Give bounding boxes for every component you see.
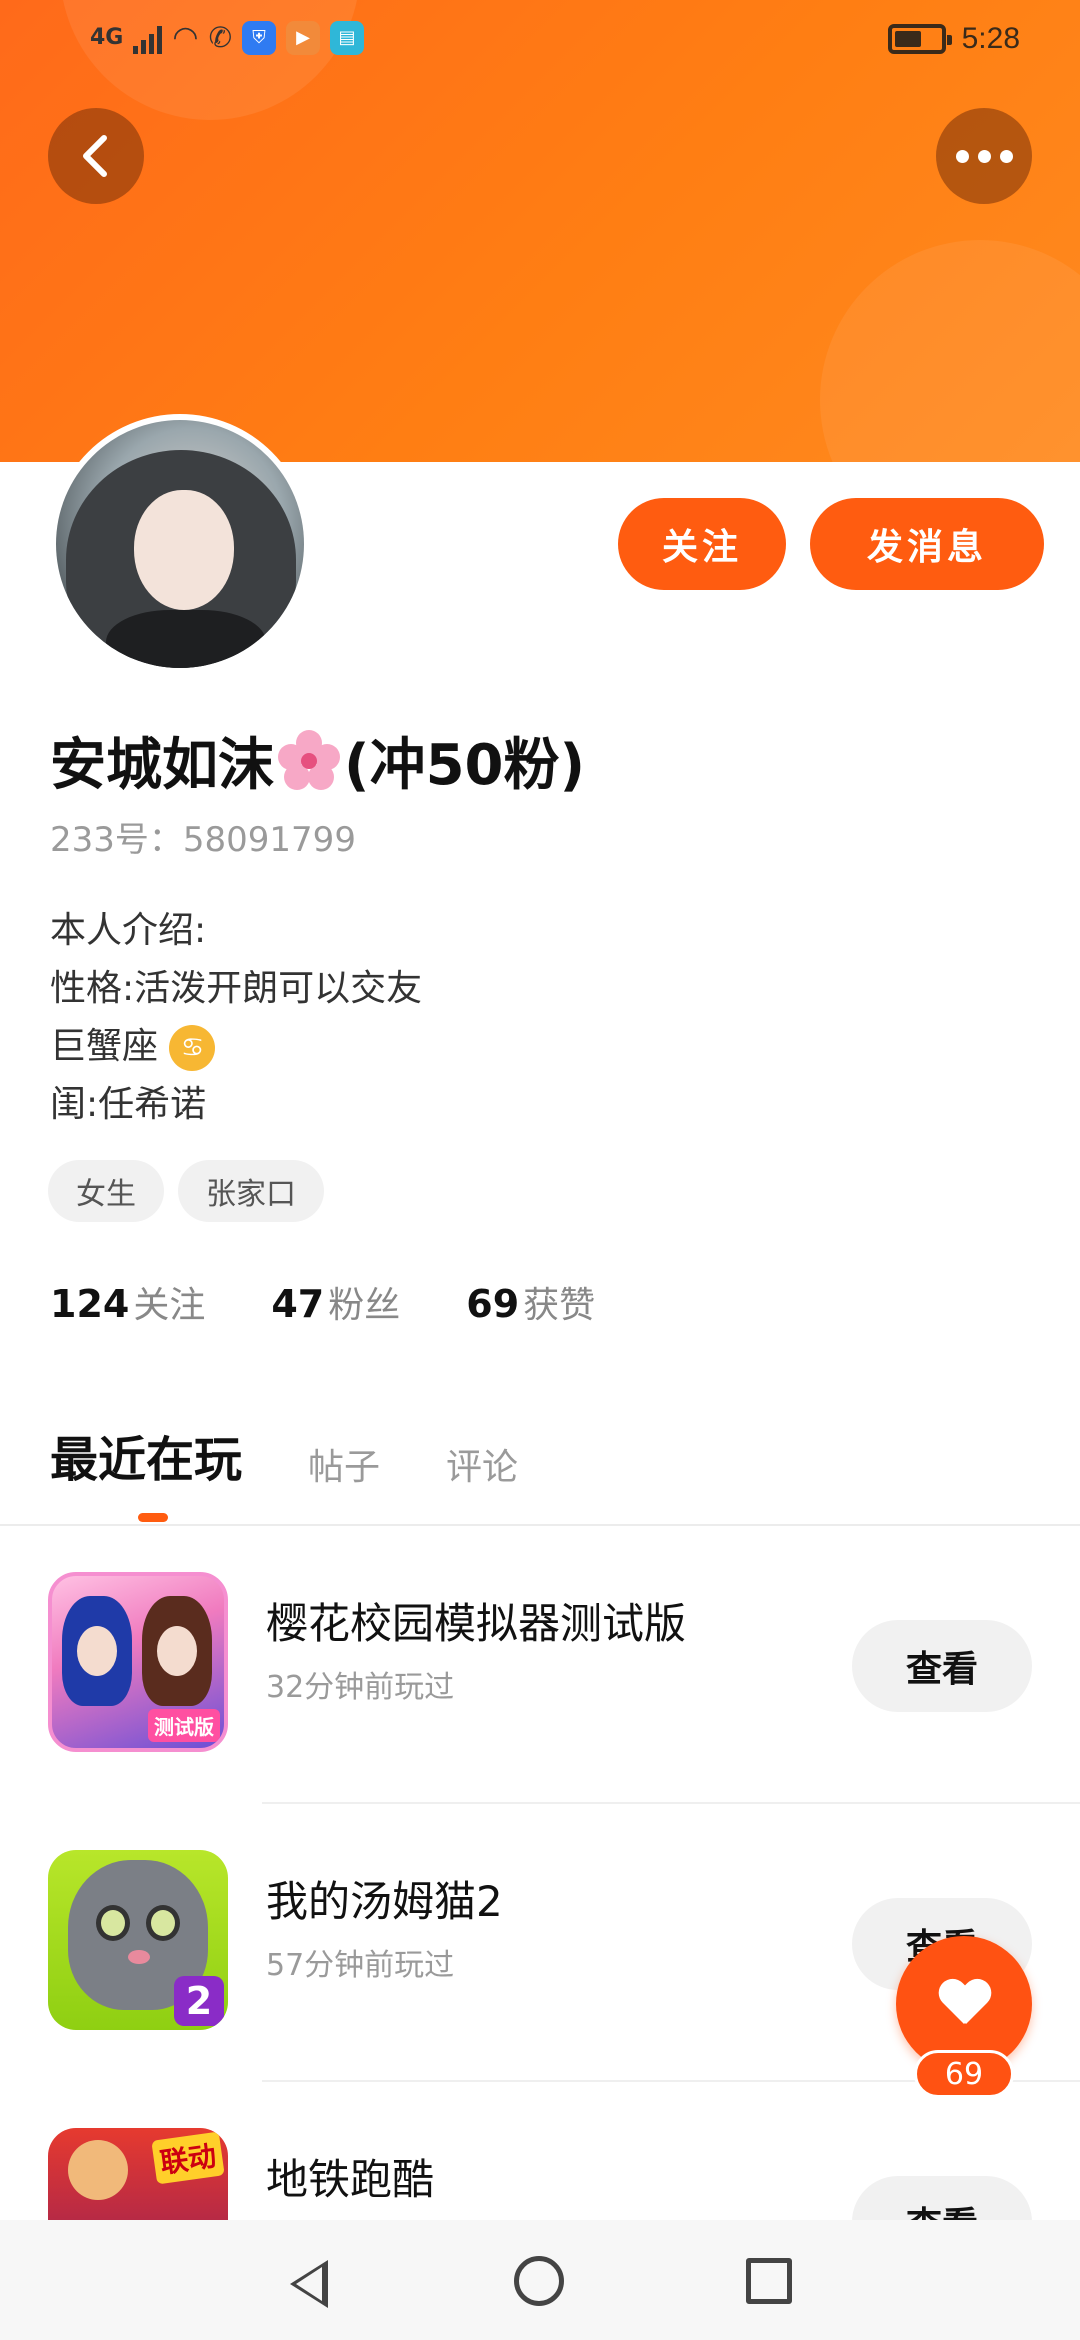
follow-button[interactable]: 关注 xyxy=(618,498,786,590)
network-type: 4G xyxy=(90,25,124,50)
play-icon: ▶ xyxy=(286,20,321,55)
username: 安城如沫 (冲50粉) xyxy=(50,720,585,801)
tag-location: 张家口 xyxy=(178,1160,324,1222)
profile-stats: 124 关注 47 粉丝 69 获赞 xyxy=(50,1276,595,1328)
game-title: 我的汤姆猫2 xyxy=(266,1877,503,1926)
game-badge: 联动 xyxy=(151,2131,225,2185)
status-left: 4G ◠ ✆ ⛨ ▶ ▤ xyxy=(90,20,365,55)
game-last-played: 57分钟前玩过 xyxy=(266,1948,455,1983)
bio-line: 性格:活泼开朗可以交友 xyxy=(50,968,423,1009)
game-title: 地铁跑酷 xyxy=(266,2155,435,2204)
shield-icon: ⛨ xyxy=(242,20,277,55)
chevron-left-icon xyxy=(83,135,107,177)
stat-following-label: 关注 xyxy=(133,1285,206,1326)
game-title: 樱花校园模拟器测试版 xyxy=(266,1599,687,1648)
stat-likes[interactable]: 69 获赞 xyxy=(466,1276,595,1328)
profile-tags: 女生 张家口 xyxy=(48,1160,324,1222)
bio: 本人介绍: 性格:活泼开朗可以交友 巨蟹座 ♋ 闺:任希诺 xyxy=(50,902,422,1134)
more-horizontal-icon xyxy=(955,149,1013,163)
back-button[interactable] xyxy=(48,108,144,204)
bio-line-text: 巨蟹座 xyxy=(50,1026,159,1067)
stat-following-count: 124 xyxy=(50,1282,130,1326)
game-last-played: 32分钟前玩过 xyxy=(266,1670,455,1705)
game-icon: 2 xyxy=(48,1850,228,2030)
game-badge: 2 xyxy=(174,1976,224,2026)
stat-followers-label: 粉丝 xyxy=(328,1285,401,1326)
status-time: 5:28 xyxy=(961,22,1020,55)
nav-home-icon[interactable] xyxy=(514,2256,564,2306)
status-right: 5:28 xyxy=(887,22,1020,56)
like-count-badge: 69 xyxy=(914,2050,1014,2098)
wifi-icon: ◠ xyxy=(172,20,199,55)
stat-likes-count: 69 xyxy=(466,1282,520,1326)
nav-back-icon[interactable] xyxy=(290,2260,328,2308)
more-button[interactable] xyxy=(936,108,1032,204)
tag-gender: 女生 xyxy=(48,1160,164,1222)
profile-tabs: 最近在玩 帖子 评论 xyxy=(50,1420,518,1490)
user-id: 233号：58091799 xyxy=(50,820,356,860)
game-badge: 测试版 xyxy=(148,1709,220,1742)
avatar-image xyxy=(56,420,304,668)
tab-indicator xyxy=(138,1513,168,1522)
message-button[interactable]: 发消息 xyxy=(810,498,1044,590)
book-icon: ▤ xyxy=(330,20,365,55)
signal-icon xyxy=(133,22,163,54)
view-button[interactable]: 查看 xyxy=(852,1620,1032,1712)
battery-icon xyxy=(887,24,952,54)
stat-followers[interactable]: 47 粉丝 xyxy=(271,1276,400,1328)
stat-likes-label: 获赞 xyxy=(523,1285,596,1326)
cherry-blossom-icon xyxy=(278,729,340,792)
tab-recently-played[interactable]: 最近在玩 xyxy=(50,1420,242,1490)
bio-line: 闺:任希诺 xyxy=(50,1084,207,1125)
system-nav-bar xyxy=(0,2220,1080,2340)
call-icon: ✆ xyxy=(208,21,233,54)
tab-comments[interactable]: 评论 xyxy=(446,1438,518,1490)
bio-line: 巨蟹座 ♋ xyxy=(50,1018,422,1076)
game-icon: 测试版 xyxy=(48,1572,228,1752)
list-item[interactable]: 测试版 樱花校园模拟器测试版 32分钟前玩过 查看 xyxy=(0,1526,1080,1804)
stat-following[interactable]: 124 关注 xyxy=(50,1276,205,1328)
status-bar: 4G ◠ ✆ ⛨ ▶ ▤ 5:28 xyxy=(0,0,1080,84)
banner-decoration xyxy=(820,240,1080,462)
nav-recents-icon[interactable] xyxy=(746,2258,792,2304)
username-suffix: (冲50粉) xyxy=(344,733,586,798)
avatar[interactable] xyxy=(50,414,310,674)
username-text: 安城如沫 xyxy=(50,733,274,798)
heart-icon xyxy=(938,1980,990,2028)
bio-line: 本人介绍: xyxy=(50,910,207,951)
cancer-zodiac-icon: ♋ xyxy=(169,1025,216,1071)
stat-followers-count: 47 xyxy=(271,1282,325,1326)
tab-posts[interactable]: 帖子 xyxy=(308,1438,380,1490)
